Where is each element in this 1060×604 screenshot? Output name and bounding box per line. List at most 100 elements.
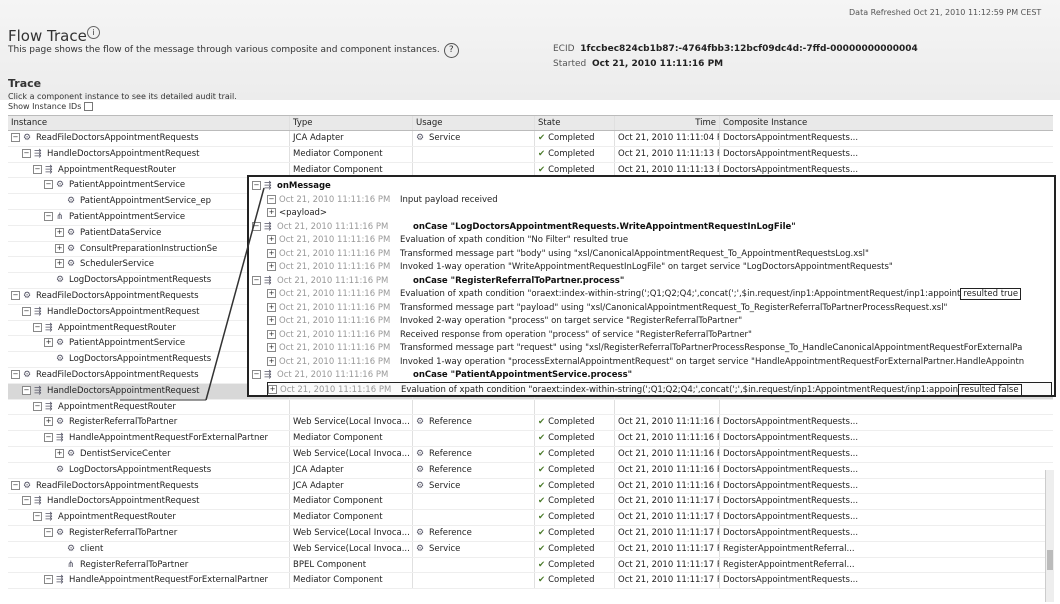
table-row[interactable]: ⚙ LogDoctorsAppointmentRequests JCA Adapte… [8,462,1053,479]
audit-case-line[interactable]: − ⇶ Oct 21, 2010 11:11:16 PM onCase "Regist… [252,274,624,288]
instance-cell[interactable]: ⋔ RegisterReferralToPartner [8,557,290,573]
help-icon[interactable]: ? [443,43,459,58]
instance-name-link[interactable]: AppointmentRequestRouter [58,512,176,522]
instance-cell[interactable]: − ⇶ HandleDoctorsAppointmentRequest [8,146,290,162]
table-row[interactable]: ⋔ RegisterReferralToPartner BPEL Component… [8,557,1053,574]
instance-cell[interactable]: − ⚙ ReadFileDoctorsAppointmentRequests [8,478,290,494]
instance-name-link[interactable]: HandleAppointmentRequestForExternalPartn… [69,575,268,585]
composite-instance-link[interactable]: DoctorsAppointmentRequests... [720,494,1053,509]
instance-name-link[interactable]: RegisterReferralToPartner [69,417,177,427]
collapse-icon[interactable]: − [267,194,276,204]
show-ids-checkbox[interactable] [84,102,94,111]
composite-instance-link[interactable]: DoctorsAppointmentRequests... [720,415,1053,430]
collapse-icon[interactable]: − [33,164,42,174]
table-row[interactable]: + ⚙ RegisterReferralToPartner Web Service(L… [8,415,1053,432]
table-row[interactable]: − ⇶ HandleAppointmentRequestForExternalPar… [8,573,1053,590]
instance-name-link[interactable]: PatientAppointmentService [69,338,185,348]
instance-name-link[interactable]: DentistServiceCenter [80,449,171,459]
instance-cell[interactable]: − ⚙ RegisterReferralToPartner [8,525,290,541]
instance-name-link[interactable]: client [80,544,103,554]
composite-instance-link[interactable]: DoctorsAppointmentRequests... [720,479,1053,494]
col-type[interactable]: Type [290,116,413,130]
instance-name-link[interactable]: ReadFileDoctorsAppointmentRequests [36,133,199,143]
collapse-icon[interactable]: − [11,133,20,142]
collapse-icon[interactable]: − [252,181,261,190]
collapse-icon[interactable]: − [33,401,42,411]
instance-name-link[interactable]: HandleDoctorsAppointmentRequest [47,386,200,396]
collapse-icon[interactable]: − [44,211,53,221]
instance-name-link[interactable]: LogDoctorsAppointmentRequests [69,275,211,285]
instance-cell[interactable]: − ⇶ AppointmentRequestRouter [8,510,290,525]
collapse-icon[interactable]: − [22,148,31,158]
audit-entry-line[interactable]: + Oct 21, 2010 11:11:16 PM Evaluation of x… [267,381,1052,395]
audit-entry-line[interactable]: + Oct 21, 2010 11:11:16 PM Transformed mes… [267,301,947,315]
composite-instance-link[interactable]: RegisterAppointmentReferral... [720,558,1053,573]
instance-cell[interactable]: − ⚙ ReadFileDoctorsAppointmentRequests [8,131,290,146]
collapse-icon[interactable]: − [252,370,261,379]
expand-icon[interactable]: + [267,248,276,258]
composite-instance-link[interactable]: DoctorsAppointmentRequests... [720,147,1053,162]
instance-name-link[interactable]: PatientDataService [80,228,161,238]
expand-icon[interactable]: + [268,384,277,394]
expand-icon[interactable]: + [267,208,276,217]
audit-entry-line[interactable]: + Oct 21, 2010 11:11:16 PM Received respon… [267,328,752,342]
audit-entry-line[interactable]: + Oct 21, 2010 11:11:16 PM Invoked 2-way o… [267,314,742,328]
audit-entry-line[interactable]: + Oct 21, 2010 11:11:16 PM Invoked 1-way o… [267,355,1024,369]
instance-name-link[interactable]: PatientAppointmentService_ep [80,196,211,206]
composite-instance-link[interactable]: RegisterAppointmentReferral... [720,542,1053,557]
instance-name-link[interactable]: RegisterReferralToPartner [80,560,188,570]
audit-entry-line[interactable]: − Oct 21, 2010 11:11:16 PM Input payload r… [267,193,498,207]
instance-name-link[interactable]: LogDoctorsAppointmentRequests [69,465,211,475]
collapse-icon[interactable]: − [252,275,261,285]
composite-instance-link[interactable]: DoctorsAppointmentRequests... [720,463,1053,478]
table-row[interactable]: − ⇶ AppointmentRequestRouter Mediator Compo… [8,510,1053,526]
col-time[interactable]: Time [615,116,720,130]
expand-icon[interactable]: + [55,259,64,269]
audit-case-line[interactable]: − ⇶ Oct 21, 2010 11:11:16 PM onCase "Patien… [252,368,632,382]
expand-icon[interactable]: + [55,448,64,458]
expand-icon[interactable]: + [267,235,276,244]
scrollbar-thumb[interactable] [1047,550,1053,570]
collapse-icon[interactable]: − [44,527,53,537]
collapse-icon[interactable]: − [22,496,31,506]
col-instance[interactable]: Instance [8,116,290,130]
instance-name-link[interactable]: ReadFileDoctorsAppointmentRequests [36,481,199,491]
instance-name-link[interactable]: HandleDoctorsAppointmentRequest [47,149,200,159]
collapse-icon[interactable]: − [11,369,20,379]
composite-instance-link[interactable] [720,400,1053,415]
audit-case-line[interactable]: − ⇶ onMessage [252,179,331,193]
instance-cell[interactable]: − ⇶ AppointmentRequestRouter [8,399,290,415]
vertical-scrollbar[interactable] [1045,470,1054,602]
collapse-icon[interactable]: − [44,180,53,190]
instance-name-link[interactable]: ReadFileDoctorsAppointmentRequests [36,370,199,380]
col-state[interactable]: State [535,116,615,130]
collapse-icon[interactable]: − [11,290,20,300]
collapse-icon[interactable]: − [252,221,261,231]
composite-instance-link[interactable]: DoctorsAppointmentRequests... [720,573,1053,588]
instance-name-link[interactable]: PatientAppointmentService [69,180,185,190]
expand-icon[interactable]: + [267,302,276,312]
instance-cell[interactable]: − ⇶ HandleAppointmentRequestForExternalPar… [8,431,290,446]
expand-icon[interactable]: + [267,289,276,298]
expand-icon[interactable]: + [55,243,64,253]
composite-instance-link[interactable]: DoctorsAppointmentRequests... [720,431,1053,446]
instance-name-link[interactable]: AppointmentRequestRouter [58,323,176,333]
table-row[interactable]: − ⇶ HandleDoctorsAppointmentRequest Mediato… [8,494,1053,511]
table-row[interactable]: − ⇶ HandleAppointmentRequestForExternalPar… [8,431,1053,447]
info-icon[interactable]: i [86,26,100,39]
instance-cell[interactable]: + ⚙ RegisterReferralToPartner [8,415,290,431]
instance-name-link[interactable]: ReadFileDoctorsAppointmentRequests [36,291,199,301]
table-row[interactable]: ⚙ client Web Service(Local Invoca... ⚙ Servi… [8,541,1053,558]
table-row[interactable]: − ⇶ HandleDoctorsAppointmentRequest Mediato… [8,146,1053,163]
expand-icon[interactable]: + [267,343,276,352]
instance-cell[interactable]: ⚙ client [8,541,290,557]
col-usage[interactable]: Usage [413,116,535,130]
audit-entry-line[interactable]: + Oct 21, 2010 11:11:16 PM Evaluation of x… [267,287,1022,301]
composite-instance-link[interactable]: DoctorsAppointmentRequests... [720,510,1053,525]
audit-entry-line[interactable]: + Oct 21, 2010 11:11:16 PM Evaluation of x… [267,233,628,247]
collapse-icon[interactable]: − [33,322,42,332]
col-composite[interactable]: Composite Instance [720,116,1053,130]
composite-instance-link[interactable]: DoctorsAppointmentRequests... [720,526,1053,541]
show-instance-ids[interactable]: Show Instance IDs [8,102,94,111]
instance-cell[interactable]: − ⇶ HandleDoctorsAppointmentRequest [8,494,290,510]
